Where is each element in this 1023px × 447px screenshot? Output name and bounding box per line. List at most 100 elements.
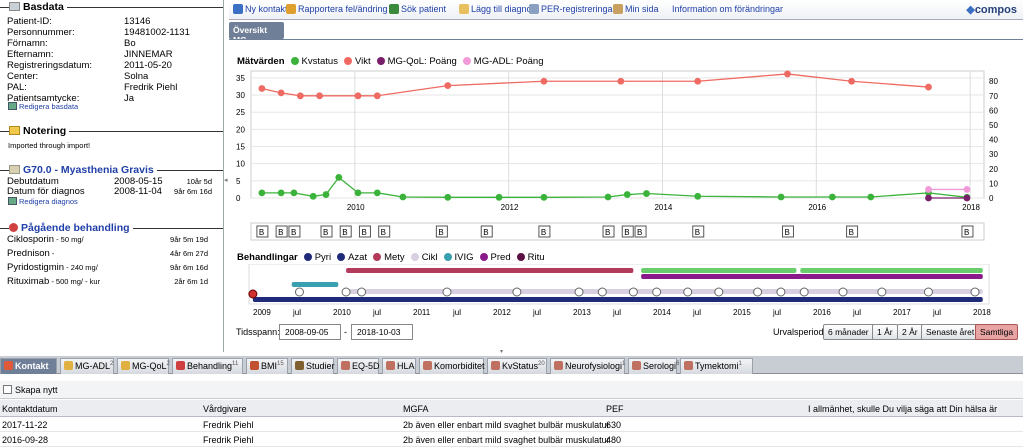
data-point[interactable] xyxy=(623,191,631,198)
data-point[interactable] xyxy=(258,85,266,92)
edit-diagnosis-link[interactable]: Redigera diagnos xyxy=(8,197,78,206)
data-point[interactable] xyxy=(848,77,855,85)
data-point[interactable] xyxy=(373,92,381,100)
resize-handle-icon[interactable]: ▾ xyxy=(500,348,503,355)
treatment-bar[interactable] xyxy=(641,268,797,273)
legend-item[interactable]: Kvstatus xyxy=(285,56,338,67)
period-button[interactable]: Samtliga xyxy=(975,324,1019,340)
create-new-button[interactable]: Skapa nytt xyxy=(15,385,58,395)
edit-basdata-link[interactable]: Redigera basdata xyxy=(8,102,78,111)
legend-item[interactable]: MG-QoL: Poäng xyxy=(371,56,457,67)
data-point[interactable] xyxy=(309,192,317,200)
treatment-event-marker[interactable] xyxy=(799,287,809,297)
collapse-sidebar-icon[interactable]: ◂ xyxy=(224,176,228,184)
tab-studier[interactable]: Studier xyxy=(291,358,335,374)
column-header[interactable]: Kontaktdatum xyxy=(2,404,58,414)
data-point[interactable] xyxy=(963,186,971,193)
data-point[interactable] xyxy=(296,92,304,100)
tab-serologi[interactable]: Serologi6 xyxy=(628,358,679,374)
tab-kvstatus[interactable]: KvStatus20 xyxy=(487,358,547,374)
treatment-event-marker[interactable] xyxy=(512,287,522,297)
data-point[interactable] xyxy=(925,194,932,202)
treatment-event-marker[interactable] xyxy=(574,287,584,297)
data-point[interactable] xyxy=(354,92,362,100)
column-header[interactable]: MGFA xyxy=(403,404,429,414)
legend-item[interactable]: Pyri xyxy=(298,252,331,263)
toolbar-item[interactable]: Lägg till diagnos xyxy=(459,4,536,14)
toolbar-item[interactable]: Ny kontakt xyxy=(233,4,288,14)
toolbar-item[interactable]: PER-registreringar xyxy=(529,4,616,14)
data-point[interactable] xyxy=(540,77,548,85)
treatment-event-marker[interactable] xyxy=(683,287,693,297)
data-point[interactable] xyxy=(373,189,381,197)
column-header[interactable]: Vårdgivare xyxy=(203,404,247,414)
treatment-bar[interactable] xyxy=(291,282,339,287)
tab-eq-5d[interactable]: EQ-5D xyxy=(337,358,380,374)
treatment-event-marker[interactable] xyxy=(341,287,351,297)
toolbar-item[interactable]: Min sida xyxy=(613,4,659,14)
treatment-event-marker[interactable] xyxy=(294,287,304,297)
legend-item[interactable]: Cikl xyxy=(405,252,438,263)
data-point[interactable] xyxy=(335,174,343,181)
data-point[interactable] xyxy=(867,193,875,201)
data-point[interactable] xyxy=(925,83,932,91)
tab-komorbiditet[interactable]: Komorbiditet xyxy=(419,358,485,374)
period-button[interactable]: 2 År xyxy=(897,324,923,340)
toolbar-item[interactable]: Rapportera fel/ändring xyxy=(286,4,388,14)
period-button[interactable]: 1 År xyxy=(872,324,898,340)
timespan-to-input[interactable]: 2018-10-03 xyxy=(351,324,413,340)
data-point[interactable] xyxy=(290,189,298,197)
legend-item[interactable]: MG-ADL: Poäng xyxy=(457,56,544,67)
treatment-event-marker[interactable] xyxy=(597,287,607,297)
period-button[interactable]: 6 månader xyxy=(823,324,874,340)
treatment-bar[interactable] xyxy=(252,297,983,302)
data-point[interactable] xyxy=(963,194,971,202)
start-marker[interactable] xyxy=(248,289,258,299)
treatment-event-marker[interactable] xyxy=(357,287,367,297)
column-header[interactable]: PEF xyxy=(606,404,624,414)
tab-neurofysiologi[interactable]: Neurofysiologi1 xyxy=(550,358,625,374)
treatment-event-marker[interactable] xyxy=(652,287,662,297)
treatment-event-marker[interactable] xyxy=(838,287,848,297)
treatment-event-marker[interactable] xyxy=(714,287,724,297)
data-point[interactable] xyxy=(694,192,702,200)
data-point[interactable] xyxy=(444,82,452,89)
legend-item[interactable]: Mety xyxy=(367,252,405,263)
treatment-bar[interactable] xyxy=(346,268,634,273)
legend-item[interactable]: Vikt xyxy=(338,56,371,67)
data-point[interactable] xyxy=(784,70,791,78)
treatment-event-marker[interactable] xyxy=(877,287,887,297)
column-header[interactable]: I allmänhet, skulle Du vilja säga att Di… xyxy=(808,404,997,414)
toolbar-item[interactable]: Information om förändringar xyxy=(672,4,783,14)
treatment-event-marker[interactable] xyxy=(923,287,933,297)
legend-item[interactable]: IVIG xyxy=(438,252,474,263)
treatment-event-marker[interactable] xyxy=(628,287,638,297)
treatment-event-marker[interactable] xyxy=(753,287,763,297)
data-point[interactable] xyxy=(925,186,932,193)
legend-item[interactable]: Azat xyxy=(331,252,367,263)
tab-oversikt-mg[interactable]: Översikt MG xyxy=(229,22,284,45)
data-point[interactable] xyxy=(604,193,612,201)
data-point[interactable] xyxy=(777,193,785,201)
data-point[interactable] xyxy=(694,77,702,85)
tab-behandling[interactable]: Behandling11 xyxy=(172,358,243,374)
data-point[interactable] xyxy=(540,193,548,201)
tab-bmi[interactable]: BMI15 xyxy=(246,358,288,374)
data-point[interactable] xyxy=(322,191,330,198)
legend-item[interactable]: Ritu xyxy=(511,252,545,263)
data-point[interactable] xyxy=(354,189,362,197)
treatment-event-marker[interactable] xyxy=(442,287,452,297)
treatment-bar[interactable] xyxy=(346,289,983,294)
toolbar-item[interactable]: Sök patient xyxy=(389,4,446,14)
legend-item[interactable]: Pred xyxy=(474,252,511,263)
tab-tymektomi[interactable]: Tymektomi1 xyxy=(680,358,753,374)
treatment-bar[interactable] xyxy=(641,274,983,279)
data-point[interactable] xyxy=(258,189,266,197)
tab-kontakt[interactable]: Kontakt xyxy=(0,358,57,374)
data-point[interactable] xyxy=(444,193,452,201)
treatment-event-marker[interactable] xyxy=(776,287,786,297)
data-point[interactable] xyxy=(316,92,323,100)
period-button[interactable]: Senaste året xyxy=(921,324,980,340)
treatment-event-marker[interactable] xyxy=(970,287,980,297)
data-point[interactable] xyxy=(277,189,285,197)
